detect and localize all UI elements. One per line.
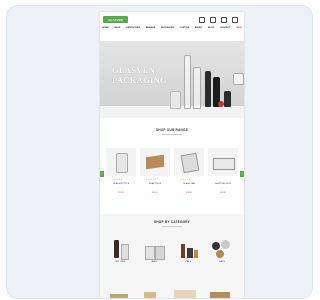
category-card[interactable]: JARS xyxy=(142,236,166,266)
category-label: VIALS xyxy=(184,261,192,263)
hero-bottle xyxy=(170,91,181,109)
product-price: $1.20 xyxy=(118,192,124,194)
product-price: $1.50 xyxy=(186,192,192,194)
nav-item-categories[interactable]: CATEGORIES xyxy=(126,27,140,29)
nav-item-brands[interactable]: BRANDS xyxy=(146,27,155,29)
product-carousel: ‹ › ★★★★★ GLASS BOTTLE $1.20 ★★★★★ KRAFT… xyxy=(100,145,244,207)
user-icon[interactable] xyxy=(210,17,216,23)
product-name: KRAFT BOX xyxy=(148,183,162,185)
product-image xyxy=(174,148,204,176)
heart-icon[interactable] xyxy=(221,17,227,23)
hero-jar xyxy=(233,73,244,85)
products-section-title: SHOP OUR RANGE xyxy=(155,128,189,132)
product-name: SHIPPING BOX xyxy=(215,183,231,185)
product-card[interactable]: ★★★★★ GLASS BOTTLE $1.20 xyxy=(106,148,136,204)
hero-title: GLASVEN PACKAGING xyxy=(112,65,167,85)
product-name: GLASS BOTTLE xyxy=(112,183,130,185)
section-divider xyxy=(162,134,182,135)
hero-accent xyxy=(218,101,224,107)
website-preview: GLASVEN HOME SHOP CATEGORIES BRANDS PACK… xyxy=(100,12,244,298)
nav-item-contact[interactable]: CONTACT xyxy=(220,27,231,29)
nav-item-packaging[interactable]: PACKAGING xyxy=(161,27,174,29)
product-card[interactable]: ★★★★★ KRAFT BOX $0.80 xyxy=(140,148,170,204)
product-image xyxy=(208,148,238,176)
nav-item-blog[interactable]: BLOG xyxy=(208,27,214,29)
category-card[interactable]: VIALS xyxy=(176,236,200,266)
carousel-prev-button[interactable]: ‹ xyxy=(100,171,104,177)
product-card[interactable]: ★★★★★ GLASS JAR $1.50 xyxy=(174,148,204,204)
nav-item-about[interactable]: ABOUT xyxy=(195,27,203,29)
search-icon[interactable] xyxy=(199,17,205,23)
product-price: $0.95 xyxy=(220,192,226,194)
category-label: JARS xyxy=(151,261,157,263)
cart-icon[interactable] xyxy=(232,17,238,23)
categories-section-title: SHOP BY CATEGORY xyxy=(153,220,191,224)
main-nav: HOME SHOP CATEGORIES BRANDS PACKAGING CU… xyxy=(102,27,242,29)
nav-item-home[interactable]: HOME xyxy=(102,27,109,29)
carousel-next-button[interactable]: › xyxy=(240,171,244,177)
category-label: CAPS xyxy=(219,261,225,263)
nav-item-custom[interactable]: CUSTOM xyxy=(180,27,189,29)
product-image xyxy=(106,148,136,176)
product-card[interactable]: SHIPPING BOX $0.95 xyxy=(208,148,238,204)
product-name: GLASS JAR xyxy=(182,183,196,185)
hero-jar xyxy=(224,91,231,107)
header-utility-icons xyxy=(199,17,238,23)
product-image xyxy=(140,148,170,176)
section-divider xyxy=(162,226,182,227)
preview-card: GLASVEN HOME SHOP CATEGORIES BRANDS PACK… xyxy=(6,5,313,299)
product-rating: ★★★★★ xyxy=(180,179,191,181)
category-section: SHOP BY CATEGORY BOTTLES JARS VIALS CAPS xyxy=(100,214,244,298)
hero-bottle xyxy=(193,67,201,109)
site-logo[interactable]: GLASVEN xyxy=(103,16,128,23)
hero-bottle xyxy=(205,71,211,107)
category-card[interactable]: CAPS xyxy=(210,236,234,266)
nav-item-sale[interactable]: SALE xyxy=(236,27,242,29)
category-label: BOTTLES xyxy=(115,261,125,263)
product-rating: ★★★★★ xyxy=(112,179,123,181)
hero-banner[interactable]: GLASVEN PACKAGING xyxy=(100,41,244,118)
product-price: $0.80 xyxy=(152,192,158,194)
nav-item-shop[interactable]: SHOP xyxy=(114,27,120,29)
product-rating: ★★★★★ xyxy=(146,179,157,181)
hero-bottle xyxy=(184,55,191,109)
category-card[interactable]: BOTTLES xyxy=(108,236,132,266)
